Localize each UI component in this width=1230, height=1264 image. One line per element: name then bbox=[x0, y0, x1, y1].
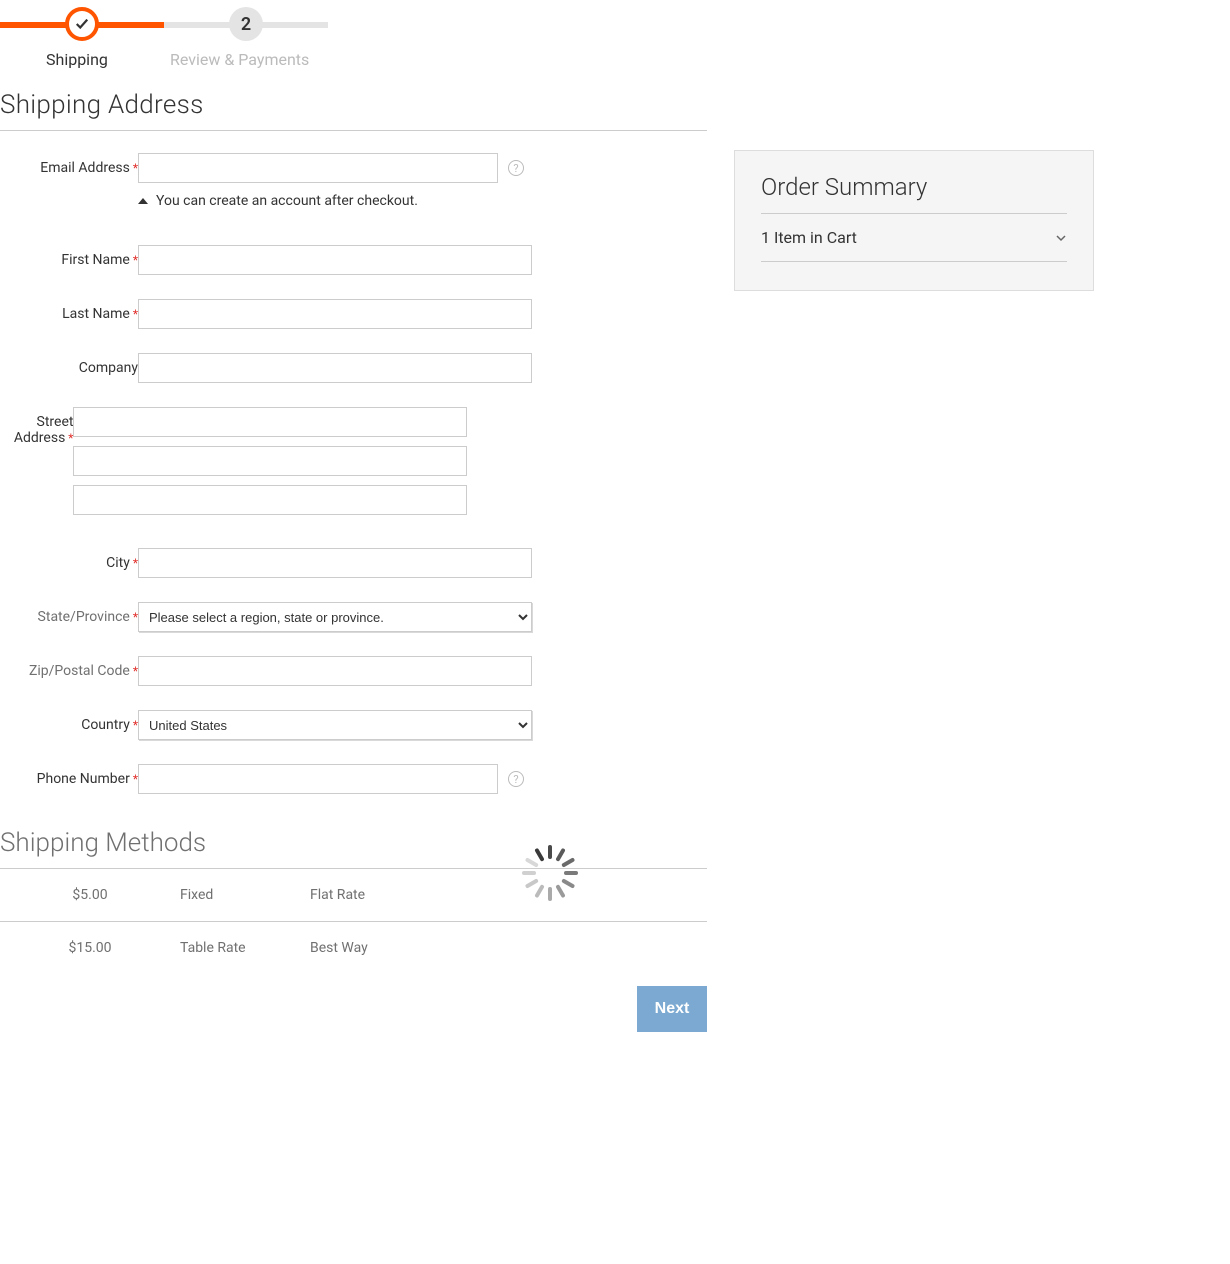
account-hint[interactable]: You can create an account after checkout… bbox=[138, 193, 707, 209]
shipping-method-row[interactable]: $15.00Table RateBest Way bbox=[0, 922, 707, 974]
shipping-address-form: Email Address* ? You can create an accou… bbox=[0, 131, 707, 794]
chevron-down-icon bbox=[1055, 232, 1067, 244]
street-label: Street Address* bbox=[0, 407, 73, 446]
company-label: Company bbox=[0, 353, 138, 376]
step-2-label: Review & Payments bbox=[170, 50, 309, 69]
account-hint-text: You can create an account after checkout… bbox=[156, 193, 418, 209]
cart-items-toggle[interactable]: 1 Item in Cart bbox=[761, 214, 1067, 262]
help-icon[interactable]: ? bbox=[508, 160, 524, 176]
street-field-1[interactable] bbox=[73, 407, 467, 437]
city-label: City* bbox=[0, 548, 138, 571]
loading-spinner bbox=[522, 845, 578, 901]
method-name: Best Way bbox=[310, 940, 460, 956]
cart-count-text: 1 Item in Cart bbox=[761, 228, 857, 247]
shipping-address-title: Shipping Address bbox=[0, 80, 707, 131]
street-field-2[interactable] bbox=[73, 446, 467, 476]
lastname-label: Last Name* bbox=[0, 299, 138, 322]
firstname-label: First Name* bbox=[0, 245, 138, 268]
shipping-methods-title: Shipping Methods bbox=[0, 818, 707, 869]
state-label: State/Province* bbox=[0, 602, 138, 625]
step-1-badge[interactable] bbox=[65, 7, 99, 41]
order-summary-title: Order Summary bbox=[761, 173, 1067, 214]
country-select[interactable]: United States bbox=[138, 710, 532, 740]
method-price: $15.00 bbox=[0, 940, 180, 956]
state-select[interactable]: Please select a region, state or provinc… bbox=[138, 602, 532, 632]
method-name: Flat Rate bbox=[310, 887, 460, 903]
method-type: Table Rate bbox=[180, 940, 310, 956]
phone-label: Phone Number* bbox=[0, 764, 138, 787]
email-label: Email Address* bbox=[0, 153, 138, 176]
help-icon[interactable]: ? bbox=[508, 771, 524, 787]
next-button[interactable]: Next bbox=[637, 986, 707, 1032]
step-1-label: Shipping bbox=[46, 50, 108, 69]
method-type: Fixed bbox=[180, 887, 310, 903]
checkout-progress: 2 Shipping Review & Payments bbox=[0, 0, 1230, 80]
country-label: Country* bbox=[0, 710, 138, 733]
zip-field[interactable] bbox=[138, 656, 532, 686]
street-field-3[interactable] bbox=[73, 485, 467, 515]
city-field[interactable] bbox=[138, 548, 532, 578]
order-summary-panel: Order Summary 1 Item in Cart bbox=[734, 150, 1094, 291]
check-icon bbox=[75, 17, 89, 31]
method-price: $5.00 bbox=[0, 887, 180, 903]
shipping-method-row[interactable]: $5.00FixedFlat Rate bbox=[0, 869, 707, 922]
firstname-field[interactable] bbox=[138, 245, 532, 275]
step-2-number: 2 bbox=[241, 14, 251, 35]
caret-up-icon bbox=[138, 198, 148, 204]
zip-label: Zip/Postal Code* bbox=[0, 656, 138, 679]
company-field[interactable] bbox=[138, 353, 532, 383]
email-field[interactable] bbox=[138, 153, 498, 183]
step-2-badge[interactable]: 2 bbox=[229, 7, 263, 41]
lastname-field[interactable] bbox=[138, 299, 532, 329]
phone-field[interactable] bbox=[138, 764, 498, 794]
